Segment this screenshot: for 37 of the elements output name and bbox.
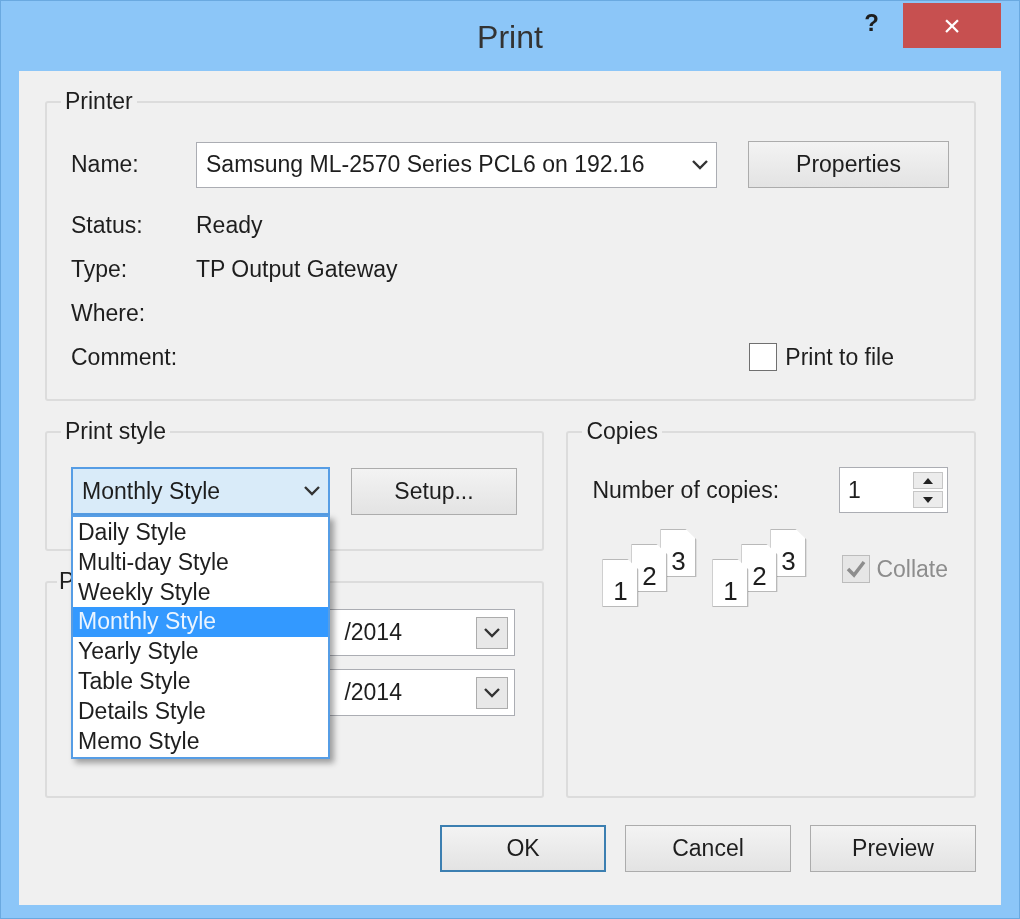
chevron-down-icon: [304, 486, 320, 496]
properties-button[interactable]: Properties: [748, 141, 949, 188]
copies-spinner[interactable]: 1: [839, 467, 948, 513]
down-arrow-icon: [922, 495, 934, 504]
window-title: Print: [476, 18, 544, 57]
chevron-down-icon: [484, 627, 501, 638]
checkmark-icon: [846, 560, 867, 578]
field-label: Name:: [71, 150, 140, 180]
help-button[interactable]: ?: [864, 1, 879, 35]
dropdown-option[interactable]: Daily Style: [73, 518, 328, 548]
dialog-button[interactable]: Preview: [810, 825, 976, 872]
setup-button[interactable]: Setup...: [351, 467, 517, 515]
field-label: Status:: [71, 210, 144, 240]
chevron-down-icon: [484, 687, 501, 698]
field-label: Type:: [71, 254, 129, 284]
up-arrow-icon: [922, 476, 934, 485]
dropdown-option[interactable]: Memo Style: [73, 726, 328, 757]
page-icon: 1: [712, 559, 749, 607]
spin-down-button[interactable]: [913, 491, 943, 508]
print-to-file-checkbox[interactable]: Print to file: [749, 339, 894, 375]
date-field[interactable]: /2014: [329, 609, 516, 656]
field-label: Comment:: [71, 342, 179, 372]
dropdown-option[interactable]: Table Style: [73, 667, 328, 697]
close-button[interactable]: ×: [903, 3, 1001, 48]
chevron-down-icon: [692, 159, 708, 170]
spin-up-button[interactable]: [913, 472, 943, 489]
page-icon: 1: [602, 559, 639, 607]
field-value: Ready: [196, 210, 263, 240]
date-field[interactable]: /2014: [329, 669, 516, 716]
printer-dropdown[interactable]: Samsung ML-2570 Series PCL6 on 192.16: [196, 141, 717, 188]
field-label: Where:: [71, 298, 147, 328]
dialog-button[interactable]: OK: [440, 825, 606, 872]
dropdown-option[interactable]: Details Style: [73, 696, 328, 727]
dropdown-option[interactable]: Yearly Style: [73, 637, 328, 667]
field-value: TP Output Gateway: [196, 254, 398, 284]
dialog-button[interactable]: Cancel: [625, 825, 791, 872]
field-label: Number of copies:: [592, 475, 780, 505]
